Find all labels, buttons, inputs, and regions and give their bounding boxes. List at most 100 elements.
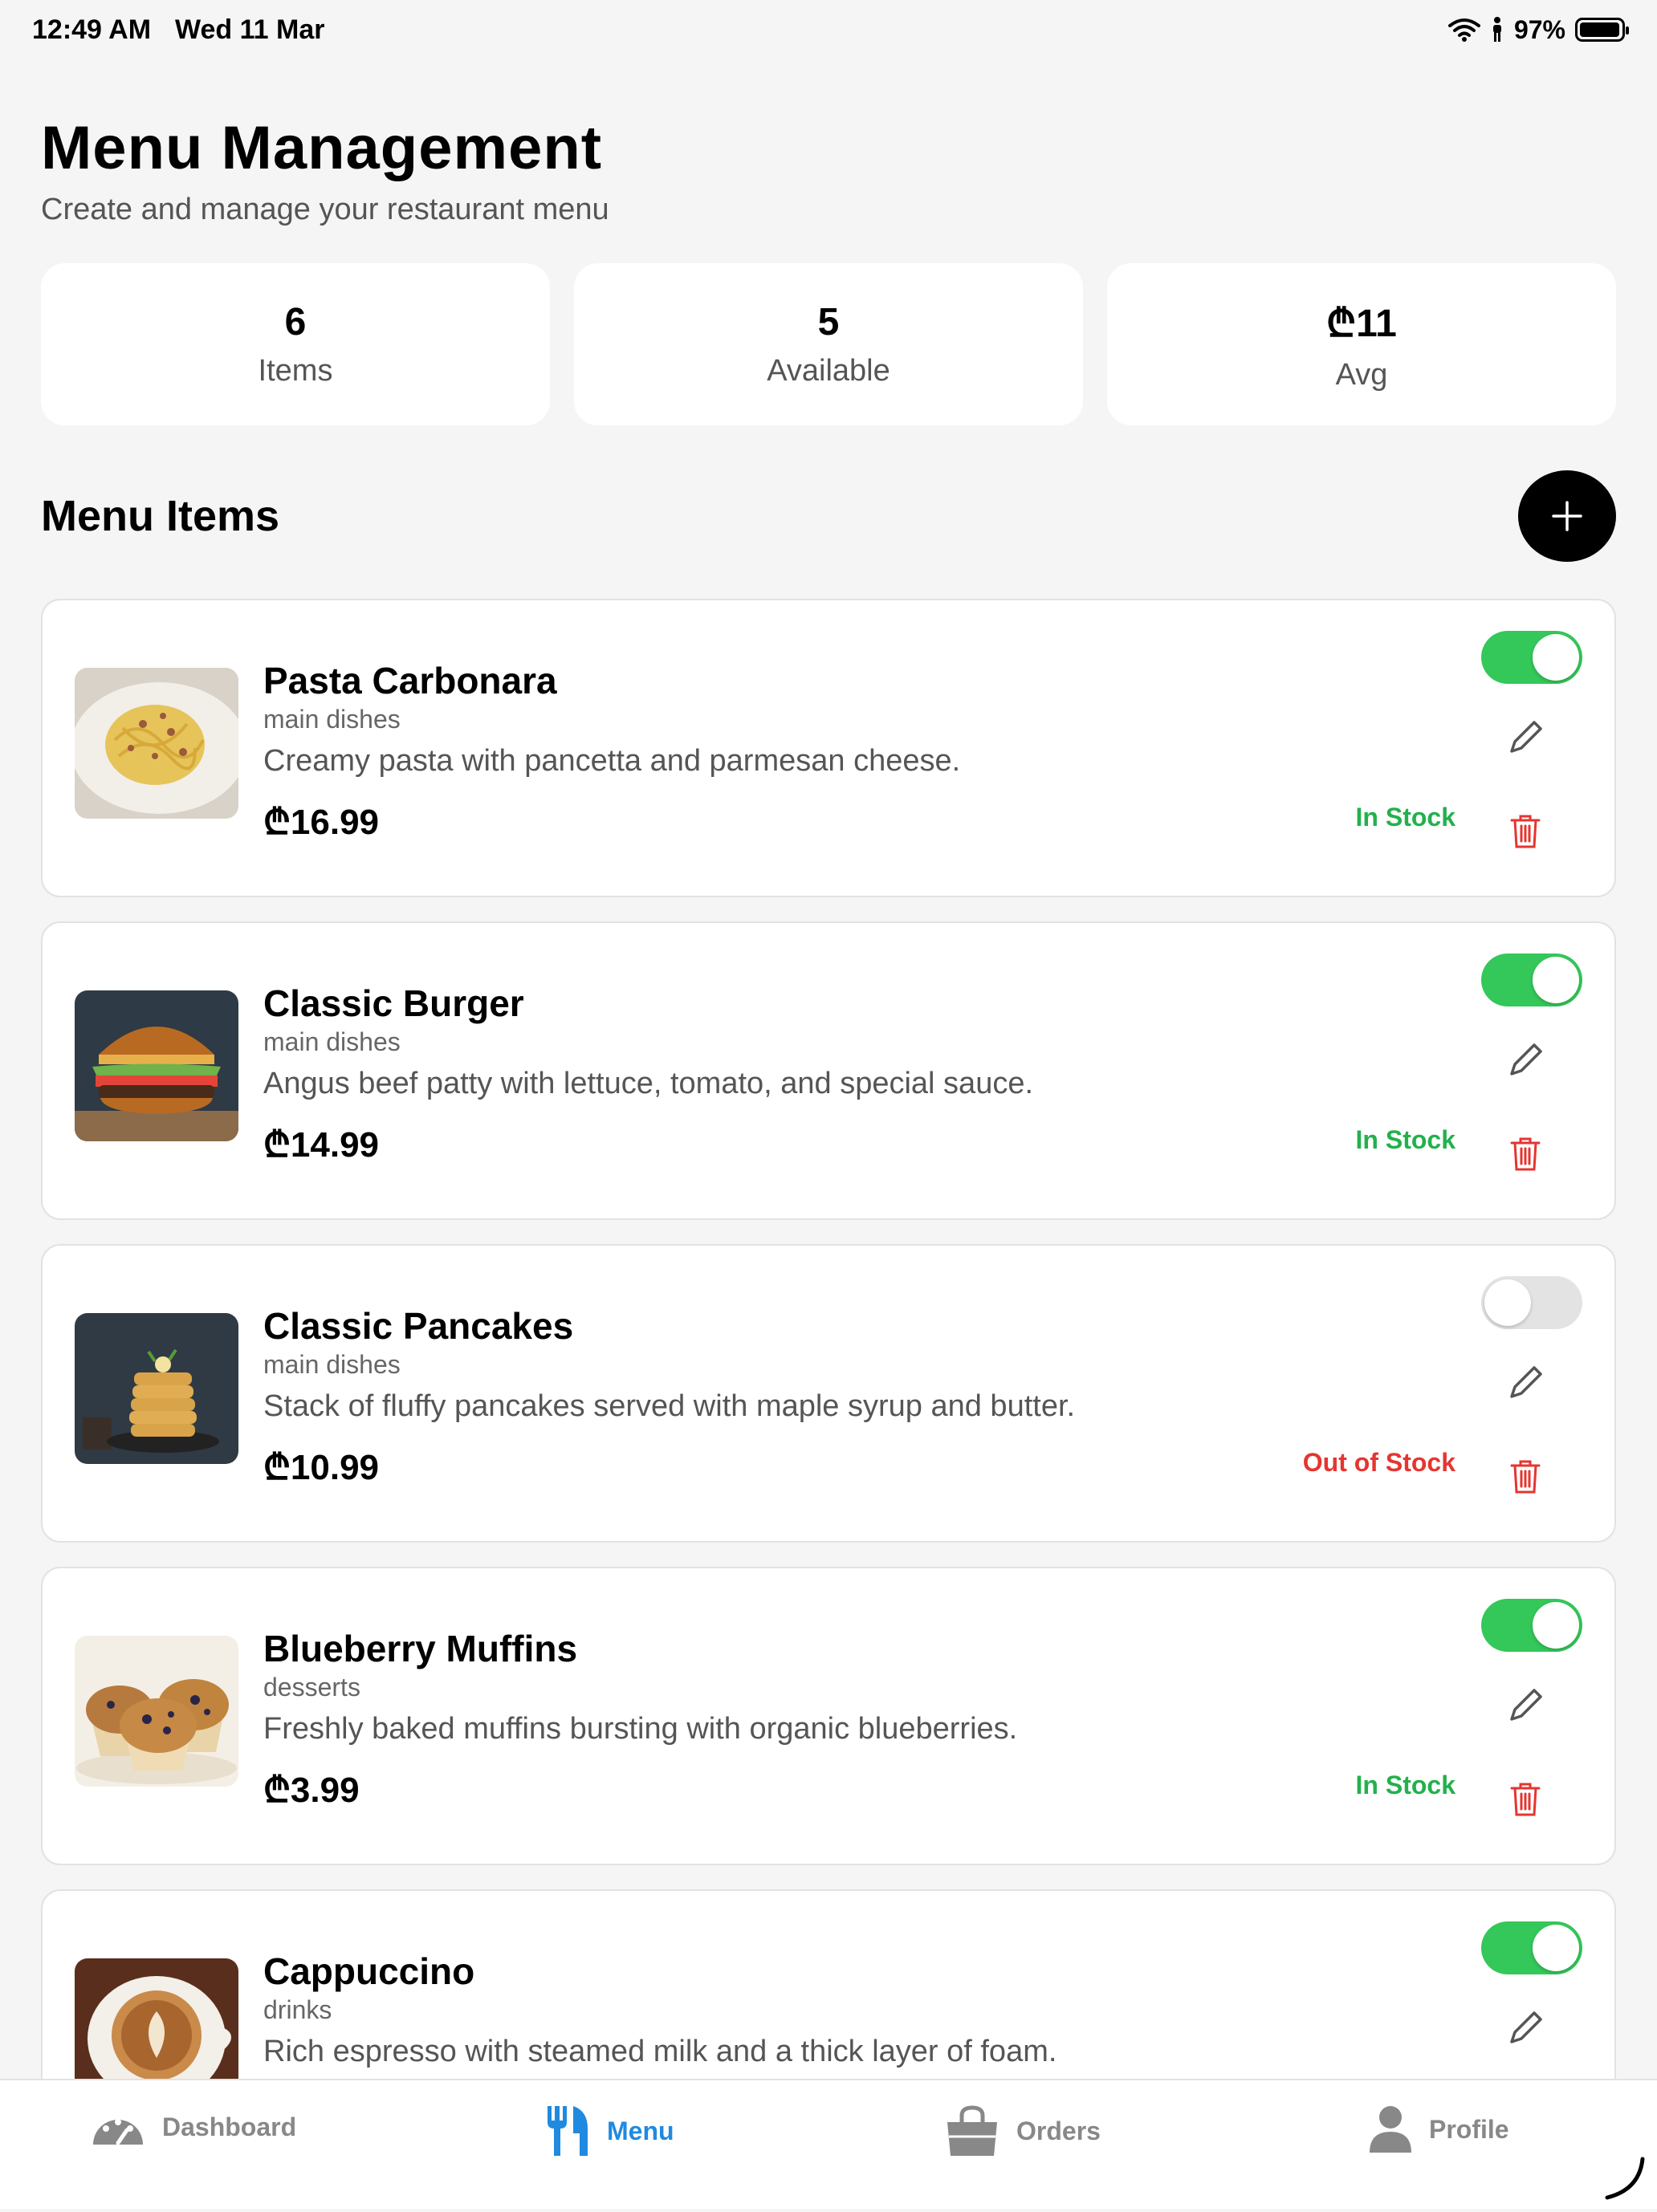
toggle-knob xyxy=(1533,957,1579,1003)
availability-toggle[interactable] xyxy=(1481,1921,1582,1974)
item-name: Classic Pancakes xyxy=(263,1305,574,1347)
item-price: ₾10.99 xyxy=(263,1448,380,1487)
status-left: 12:49 AM Wed 11 Mar xyxy=(32,14,324,46)
item-category: drinks xyxy=(263,1995,332,2024)
availability-toggle[interactable] xyxy=(1481,1599,1582,1652)
delete-button[interactable] xyxy=(1505,1779,1545,1819)
toggle-knob xyxy=(1533,634,1579,681)
item-text: Classic Pancakes main dishes Stack of fl… xyxy=(263,1303,1387,1490)
pencil-icon xyxy=(1510,1689,1542,1721)
pencil-icon xyxy=(1510,721,1542,753)
delete-button[interactable] xyxy=(1505,811,1545,851)
battery-fill xyxy=(1580,22,1619,37)
delete-button[interactable] xyxy=(1505,1133,1545,1173)
menu-item-card: Classic Pancakes main dishes Stack of fl… xyxy=(41,1244,1616,1543)
item-text: Blueberry Muffins desserts Freshly baked… xyxy=(263,1626,1387,1812)
pancakes-photo xyxy=(75,1313,238,1464)
bottom-tab-bar: Dashboard Menu Orders Profile xyxy=(0,2079,1657,2209)
trash-icon xyxy=(1510,1783,1541,1816)
trash-icon xyxy=(1510,1460,1541,1494)
edit-button[interactable] xyxy=(1505,718,1545,758)
tab-label: Profile xyxy=(1429,2114,1509,2144)
item-category: desserts xyxy=(263,1673,360,1702)
stats-row: 6 Items 5 Available ₾11 Avg xyxy=(41,263,1616,425)
stat-card-available: 5 Available xyxy=(574,263,1083,425)
item-description: Rich espresso with steamed milk and a th… xyxy=(263,2035,1057,2068)
item-name: Blueberry Muffins xyxy=(263,1628,578,1669)
item-text: Pasta Carbonara main dishes Creamy pasta… xyxy=(263,658,1387,844)
item-price: ₾3.99 xyxy=(263,1771,360,1810)
shopping-bag-icon xyxy=(947,2105,997,2156)
stock-status: Out of Stock xyxy=(1302,1448,1455,1477)
tab-dashboard[interactable]: Dashboard xyxy=(90,2104,296,2149)
stat-value: ₾11 xyxy=(1326,303,1397,345)
accessibility-icon xyxy=(1492,17,1501,42)
tab-orders[interactable]: Orders xyxy=(944,2104,1101,2157)
availability-toggle[interactable] xyxy=(1481,1276,1582,1329)
toggle-knob xyxy=(1533,1602,1579,1649)
status-bar: 12:49 AM Wed 11 Mar 97% xyxy=(0,0,1657,59)
stock-status: In Stock xyxy=(1355,803,1455,832)
item-description: Angus beef patty with lettuce, tomato, a… xyxy=(263,1067,1034,1100)
stock-status: In Stock xyxy=(1355,1771,1455,1799)
stat-card-items: 6 Items xyxy=(41,263,550,425)
menu-item-card: Blueberry Muffins desserts Freshly baked… xyxy=(41,1567,1616,1865)
page-header: Menu Management Create and manage your r… xyxy=(41,112,609,227)
edit-button[interactable] xyxy=(1505,1363,1545,1403)
pencil-icon xyxy=(1510,1043,1542,1076)
tab-label: Menu xyxy=(607,2116,674,2145)
plus-icon xyxy=(1552,501,1582,531)
item-price: ₾14.99 xyxy=(263,1125,380,1165)
add-item-button[interactable] xyxy=(1518,470,1616,562)
menu-items-header: Menu Items xyxy=(41,470,1616,562)
battery-icon xyxy=(1575,18,1629,42)
stat-value: 5 xyxy=(817,301,840,344)
page-subtitle: Create and manage your restaurant menu xyxy=(41,193,609,226)
tab-label: Orders xyxy=(1016,2116,1101,2145)
availability-toggle[interactable] xyxy=(1481,954,1582,1006)
item-text: Classic Burger main dishes Angus beef pa… xyxy=(263,981,1387,1167)
item-name: Cappuccino xyxy=(263,1950,475,1992)
menu-items-list: Pasta Carbonara main dishes Creamy pasta… xyxy=(41,599,1616,2212)
pencil-icon xyxy=(1510,1366,1542,1398)
item-category: main dishes xyxy=(263,705,401,734)
trash-icon xyxy=(1510,1137,1541,1171)
trash-icon xyxy=(1510,815,1541,848)
availability-toggle[interactable] xyxy=(1481,631,1582,684)
status-time: 12:49 AM xyxy=(32,14,152,45)
item-description: Creamy pasta with pancetta and parmesan … xyxy=(263,744,961,778)
delete-button[interactable] xyxy=(1505,1456,1545,1496)
status-date: Wed 11 Mar xyxy=(175,14,325,45)
item-description: Freshly baked muffins bursting with orga… xyxy=(263,1712,1018,1746)
muffins-photo xyxy=(75,1636,238,1787)
toggle-knob xyxy=(1533,1925,1579,1971)
corner-handle-icon xyxy=(1605,2157,1645,2200)
burger-photo xyxy=(75,990,238,1141)
edit-button[interactable] xyxy=(1505,2008,1545,2048)
dashboard-icon xyxy=(93,2119,143,2145)
tab-menu[interactable]: Menu xyxy=(544,2104,674,2157)
item-name: Classic Burger xyxy=(263,982,524,1024)
wifi-icon xyxy=(1447,18,1480,42)
stat-label: Avg xyxy=(1335,358,1388,392)
pasta-photo xyxy=(75,668,238,819)
tab-profile[interactable]: Profile xyxy=(1368,2104,1509,2154)
pencil-icon xyxy=(1510,2011,1542,2043)
stat-label: Items xyxy=(258,354,333,388)
edit-button[interactable] xyxy=(1505,1040,1545,1080)
item-price: ₾16.99 xyxy=(263,803,380,842)
stat-value: 6 xyxy=(284,301,307,344)
toggle-knob xyxy=(1484,1279,1531,1326)
person-icon xyxy=(1370,2106,1411,2153)
menu-item-card: Classic Burger main dishes Angus beef pa… xyxy=(41,921,1616,1220)
item-description: Stack of fluffy pancakes served with map… xyxy=(263,1389,1076,1423)
battery-percent: 97% xyxy=(1513,14,1565,44)
stock-status: In Stock xyxy=(1355,1125,1455,1154)
item-text: Cappuccino drinks Rich espresso with ste… xyxy=(263,1949,1387,2069)
edit-button[interactable] xyxy=(1505,1685,1545,1726)
item-category: main dishes xyxy=(263,1350,401,1379)
stat-label: Available xyxy=(767,354,890,388)
item-category: main dishes xyxy=(263,1027,401,1056)
menu-item-card: Pasta Carbonara main dishes Creamy pasta… xyxy=(41,599,1616,897)
section-title: Menu Items xyxy=(41,492,280,540)
